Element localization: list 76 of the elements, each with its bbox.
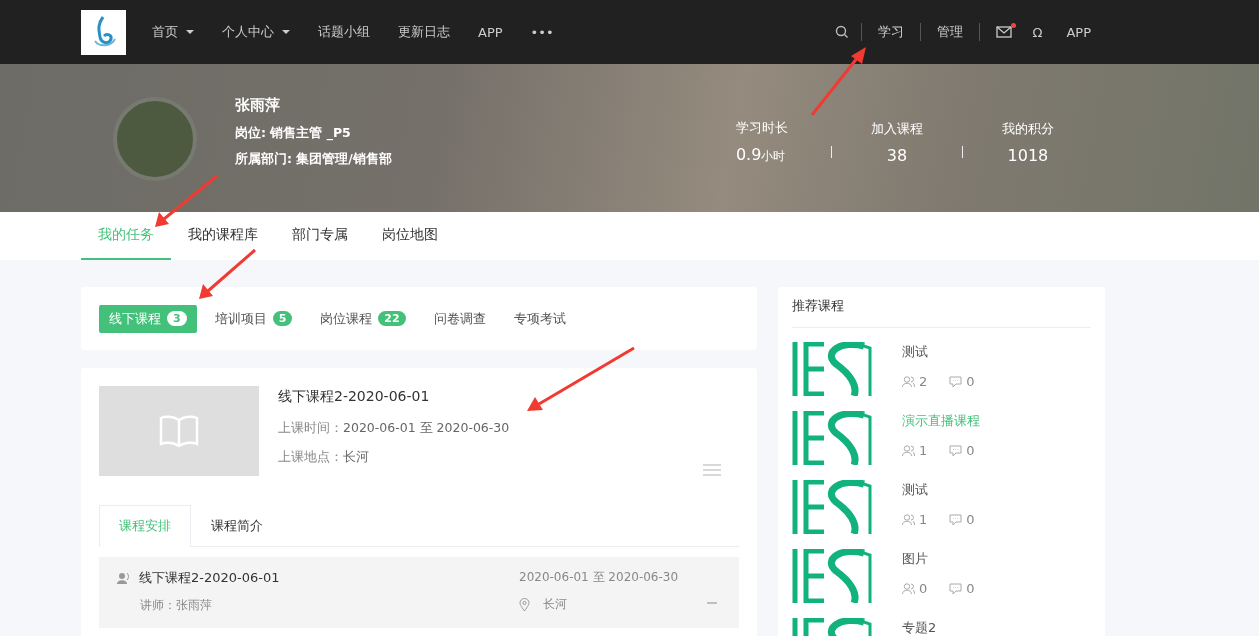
user-name: 张雨萍 bbox=[235, 96, 281, 115]
caret-icon bbox=[186, 30, 194, 34]
student-count: 0 bbox=[919, 581, 928, 596]
location-pin-icon bbox=[519, 597, 530, 612]
schedule-time: 2020-06-01 至 2020-06-30 bbox=[519, 569, 679, 586]
nav-link[interactable]: 学习 bbox=[862, 23, 921, 41]
nav-link[interactable]: 话题小组 bbox=[304, 23, 384, 41]
course-logo-icon[interactable] bbox=[792, 342, 872, 396]
stat-value: 0.9小时 bbox=[735, 145, 787, 165]
comment-icon bbox=[949, 513, 963, 526]
course-tab[interactable]: 课程简介 bbox=[191, 505, 283, 546]
people-icon bbox=[902, 445, 915, 456]
course-title[interactable]: 测试 bbox=[902, 481, 975, 499]
teacher-icon bbox=[117, 572, 130, 584]
annotation-arrow bbox=[199, 248, 256, 299]
comment-count: 0 bbox=[966, 374, 975, 389]
field-label: 上课时间： bbox=[278, 420, 343, 435]
user-department: 所属部门: 集团管理/销售部 bbox=[235, 151, 392, 168]
field-label: 上课地点： bbox=[278, 449, 343, 464]
menu-icon[interactable] bbox=[703, 464, 721, 476]
search-icon[interactable] bbox=[835, 25, 850, 39]
stat-value: 38 bbox=[885, 145, 909, 165]
stat-label: 加入课程 bbox=[869, 119, 924, 138]
book-icon bbox=[159, 414, 199, 448]
annotation-arrow bbox=[810, 47, 866, 116]
stat-value: 1018 bbox=[1006, 145, 1050, 165]
count-badge: 5 bbox=[272, 311, 293, 326]
course-logo-icon[interactable] bbox=[792, 549, 872, 603]
student-count: 1 bbox=[919, 512, 928, 527]
user-position: 岗位: 销售主管 _P5 bbox=[235, 125, 352, 142]
stat-label: 学习时长 bbox=[735, 119, 789, 137]
schedule-place: 长河 bbox=[543, 596, 567, 613]
main-tab[interactable]: 岗位地图 bbox=[365, 212, 455, 260]
nav-link[interactable]: 首页 bbox=[138, 23, 208, 41]
student-count: 2 bbox=[919, 374, 928, 389]
teacher-name: 讲师：张雨萍 bbox=[140, 597, 213, 614]
schedule-title: 线下课程2-2020-06-01 bbox=[139, 569, 280, 587]
nav-link[interactable]: APP bbox=[464, 24, 517, 40]
filter-tab[interactable]: 岗位课程 22 bbox=[310, 304, 416, 333]
student-count: 1 bbox=[919, 443, 928, 458]
main-tab[interactable]: 部门专属 bbox=[275, 212, 365, 260]
main-tab[interactable]: 我的课程库 bbox=[171, 212, 275, 260]
filter-tab[interactable]: 问卷调查 bbox=[423, 304, 496, 333]
comment-count: 0 bbox=[966, 581, 975, 596]
people-icon bbox=[902, 376, 915, 387]
comment-count: 0 bbox=[966, 443, 975, 458]
course-logo-icon[interactable] bbox=[792, 411, 872, 465]
people-icon bbox=[902, 583, 915, 594]
course-title[interactable]: 图片 bbox=[902, 550, 975, 568]
course-time: 2020-06-01 至 2020-06-30 bbox=[343, 420, 510, 435]
comment-icon bbox=[949, 444, 963, 457]
nav-link[interactable]: 个人中心 bbox=[208, 23, 304, 41]
nav-link[interactable]: 更新日志 bbox=[384, 23, 464, 41]
filter-tab[interactable]: 专项考试 bbox=[503, 304, 576, 333]
comment-icon bbox=[949, 582, 963, 595]
count-badge: 3 bbox=[167, 311, 187, 326]
course-logo-icon[interactable] bbox=[792, 480, 872, 534]
mail-icon[interactable] bbox=[996, 26, 1013, 38]
annotation-arrow bbox=[155, 174, 218, 227]
nav-link[interactable]: ••• bbox=[516, 24, 568, 40]
nav-link[interactable]: 管理 bbox=[921, 23, 980, 41]
comment-icon bbox=[949, 375, 963, 388]
stat-label: 我的积分 bbox=[1000, 119, 1055, 138]
filter-tab[interactable]: 培训项目 5 bbox=[204, 304, 303, 333]
people-icon bbox=[902, 514, 915, 525]
comment-count: 0 bbox=[966, 512, 975, 527]
count-badge: 22 bbox=[378, 311, 406, 326]
course-title[interactable]: 测试 bbox=[902, 343, 975, 361]
user-glyph[interactable]: Ω bbox=[1022, 24, 1053, 40]
course-title[interactable]: 专题2 bbox=[902, 619, 937, 636]
caret-icon bbox=[282, 30, 290, 34]
card-title: 推荐课程 bbox=[792, 297, 1091, 328]
course-title[interactable]: 线下课程2-2020-06-01 bbox=[278, 388, 510, 406]
course-place: 长河 bbox=[343, 449, 369, 464]
nav-link[interactable]: APP bbox=[1052, 24, 1105, 40]
logo-icon[interactable] bbox=[81, 9, 126, 55]
